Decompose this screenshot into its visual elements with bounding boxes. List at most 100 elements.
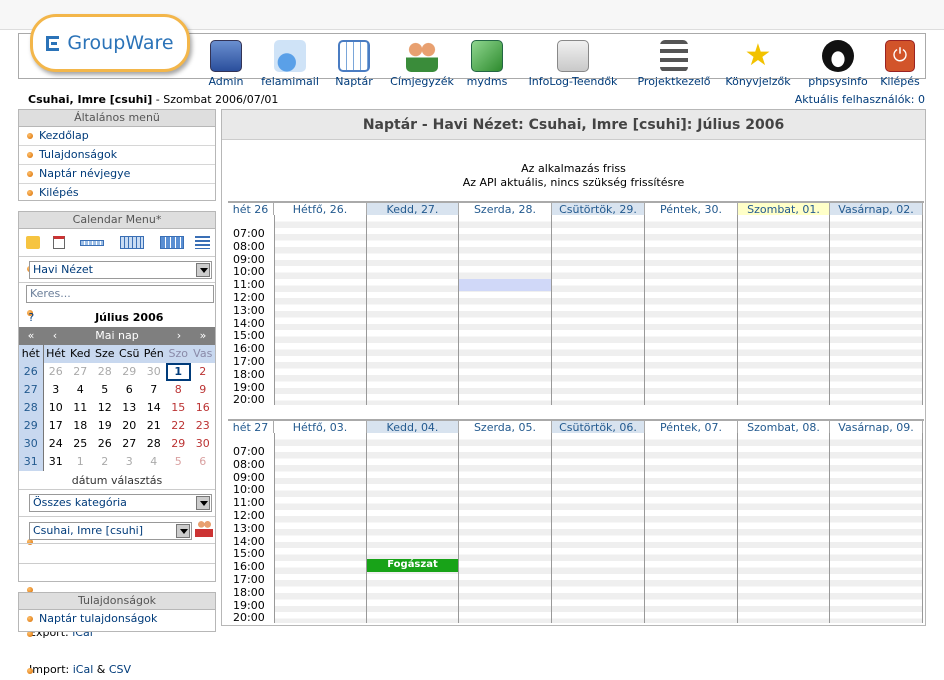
day-column[interactable]	[645, 215, 738, 405]
minical-day[interactable]: 6	[117, 381, 142, 399]
minical-day[interactable]: 12	[93, 399, 118, 417]
month-view-icon[interactable]	[120, 236, 144, 249]
day-header[interactable]: Vasárnap, 02.	[830, 203, 923, 216]
minical-day[interactable]: 8	[166, 381, 191, 399]
minical-day[interactable]: 28	[142, 435, 167, 453]
day-header[interactable]: Kedd, 04.	[367, 421, 459, 434]
day-header[interactable]: Csütörtök, 29.	[552, 203, 645, 216]
minical-day[interactable]: 5	[93, 381, 118, 399]
calendar-event[interactable]: Fogászat	[367, 559, 458, 573]
day-view-icon[interactable]	[53, 236, 65, 249]
minical-day[interactable]: 9	[191, 381, 216, 399]
minical-day[interactable]: 1	[166, 363, 191, 381]
minical-day[interactable]: 29	[166, 435, 191, 453]
day-column[interactable]	[274, 433, 367, 623]
minical-day[interactable]: 28	[93, 363, 118, 381]
minical-day[interactable]: 3	[44, 381, 69, 399]
nav-cimjegyzek[interactable]: Címjegyzék	[388, 40, 456, 88]
day-header[interactable]: Szombat, 01.	[738, 203, 830, 216]
minical-day[interactable]: 2	[93, 453, 118, 471]
search-input[interactable]: Keres...	[26, 285, 214, 303]
day-column[interactable]	[738, 215, 830, 405]
menu-kilepes[interactable]: Kilépés	[19, 184, 215, 203]
nav-admin[interactable]: Admin	[206, 40, 246, 88]
minical-day[interactable]: 30	[191, 435, 216, 453]
nav-phpsysinfo[interactable]: phpsysinfo	[804, 40, 872, 88]
day-header[interactable]: Csütörtök, 06.	[552, 421, 645, 434]
minical-day[interactable]: 21	[142, 417, 167, 435]
nav-kilepes[interactable]: ⏻ Kilépés	[877, 40, 923, 88]
year-view-icon[interactable]	[160, 236, 184, 249]
minical-day[interactable]: 16	[191, 399, 216, 417]
day-header[interactable]: Kedd, 27.	[367, 203, 459, 216]
minical-day[interactable]: 30	[142, 363, 167, 381]
minical-week-number[interactable]: 30	[19, 435, 44, 453]
import-ical-link[interactable]: iCal	[73, 663, 94, 676]
day-column[interactable]	[830, 433, 923, 623]
day-column[interactable]	[738, 433, 830, 623]
minical-day[interactable]: 4	[68, 381, 93, 399]
minical-next-month[interactable]: ›	[167, 327, 191, 345]
day-header[interactable]: Szerda, 28.	[459, 203, 552, 216]
minical-week-number[interactable]: 29	[19, 417, 44, 435]
minical-day[interactable]: 31	[44, 453, 69, 471]
minical-day[interactable]: 14	[142, 399, 167, 417]
day-header[interactable]: Vasárnap, 09.	[830, 421, 923, 434]
minical-day[interactable]: 29	[117, 363, 142, 381]
day-header[interactable]: Péntek, 30.	[645, 203, 738, 216]
nav-infolog[interactable]: InfoLog-Teendők	[523, 40, 623, 88]
day-header[interactable]: Péntek, 07.	[645, 421, 738, 434]
menu-tulajdonsagok[interactable]: Tulajdonságok	[19, 146, 215, 165]
view-select[interactable]: Havi Nézet	[29, 261, 212, 279]
nav-naptar[interactable]: Naptár	[334, 40, 374, 88]
minical-day[interactable]: 11	[68, 399, 93, 417]
minical-day[interactable]: 13	[117, 399, 142, 417]
day-column[interactable]	[552, 215, 645, 405]
day-header[interactable]: Hétfő, 26.	[274, 203, 367, 216]
minical-week-number[interactable]: 27	[19, 381, 44, 399]
week-number-label[interactable]: hét 26	[228, 203, 274, 216]
nav-mydms[interactable]: mydms	[465, 40, 509, 88]
day-column[interactable]	[830, 215, 923, 405]
minical-today[interactable]: Mai nap	[67, 327, 167, 345]
minical-day[interactable]: 26	[44, 363, 69, 381]
menu-naptar-tulajdonsagok[interactable]: Naptár tulajdonságok	[19, 610, 215, 629]
minical-day[interactable]: 5	[166, 453, 191, 471]
list-view-icon[interactable]	[195, 236, 210, 249]
nav-felamimail[interactable]: felamimail	[258, 40, 322, 88]
minical-day[interactable]: 2	[191, 363, 216, 381]
nav-konyvjelzok[interactable]: ★ Könyvjelzők	[723, 40, 793, 89]
nav-projektkezelo[interactable]: Projektkezelő	[636, 40, 712, 88]
day-header[interactable]: Szombat, 08.	[738, 421, 830, 434]
minical-day[interactable]: 17	[44, 417, 69, 435]
day-column[interactable]	[645, 433, 738, 623]
minical-day[interactable]: 26	[93, 435, 118, 453]
week-number-label[interactable]: hét 27	[228, 421, 274, 434]
minical-day[interactable]: 19	[93, 417, 118, 435]
menu-kezdolap[interactable]: Kezdőlap	[19, 127, 215, 146]
menu-naptar-nevjegye[interactable]: Naptár névjegye	[19, 165, 215, 184]
day-column[interactable]	[459, 215, 552, 405]
minical-week-number[interactable]: 28	[19, 399, 44, 417]
day-column[interactable]	[552, 433, 645, 623]
category-select[interactable]: Összes kategória	[29, 494, 212, 512]
minical-day[interactable]: 25	[68, 435, 93, 453]
minical-day[interactable]: 1	[68, 453, 93, 471]
minical-day[interactable]: 27	[117, 435, 142, 453]
minical-help[interactable]: ?	[19, 308, 44, 327]
day-header[interactable]: Szerda, 05.	[459, 421, 552, 434]
minical-day[interactable]: 7	[142, 381, 167, 399]
current-users-link[interactable]: Aktuális felhasználók: 0	[795, 93, 925, 106]
new-event-icon[interactable]	[26, 236, 40, 249]
minical-day[interactable]: 3	[117, 453, 142, 471]
day-column[interactable]	[367, 433, 459, 623]
week-view-icon[interactable]	[80, 240, 104, 246]
minical-week-number[interactable]: 31	[19, 453, 44, 471]
minical-day[interactable]: 10	[44, 399, 69, 417]
day-column[interactable]	[367, 215, 459, 405]
import-csv-link[interactable]: CSV	[109, 663, 131, 676]
minical-day[interactable]: 22	[166, 417, 191, 435]
minical-prev-year[interactable]: «	[19, 327, 43, 345]
day-header[interactable]: Hétfő, 03.	[274, 421, 367, 434]
selected-slot[interactable]	[459, 279, 551, 291]
